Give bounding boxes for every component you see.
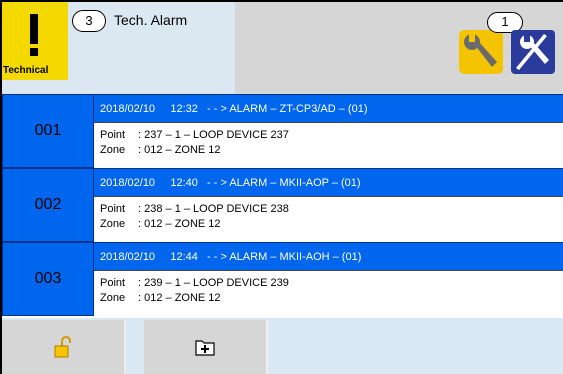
alarm-headline: 2018/02/10 12:44 - - > ALARM – MKII-AOH … bbox=[94, 242, 563, 270]
alarm-number: 002 bbox=[2, 168, 94, 242]
warning-icon bbox=[30, 14, 38, 56]
alarm-summary-panel[interactable]: Technical 3 Tech. Alarm bbox=[2, 2, 235, 94]
zone-label: Zone bbox=[100, 292, 126, 304]
technical-alarm-indicator[interactable]: Technical bbox=[2, 2, 68, 80]
alarm-title: Tech. Alarm bbox=[114, 12, 188, 28]
add-folder-button[interactable] bbox=[144, 320, 268, 374]
point-value: : 237 – 1 – LOOP DEVICE 237 bbox=[138, 129, 289, 141]
wrench-icon[interactable] bbox=[459, 30, 503, 74]
alarm-row[interactable]: 001 2018/02/10 12:32 - - > ALARM – ZT-CP… bbox=[2, 94, 563, 168]
alarm-details: Point : 239 – 1 – LOOP DEVICE 239 Zone : 0… bbox=[94, 270, 563, 316]
alarm-details: Point : 238 – 1 – LOOP DEVICE 238 Zone : 0… bbox=[94, 196, 563, 242]
header: Technical 3 Tech. Alarm 1 bbox=[2, 2, 563, 94]
footer-toolbar bbox=[2, 318, 563, 374]
zone-label: Zone bbox=[100, 218, 126, 230]
alarm-headline-text: 2018/02/10 12:32 - - > ALARM – ZT-CP3/AD… bbox=[100, 103, 368, 115]
point-label: Point bbox=[100, 277, 126, 289]
point-value: : 239 – 1 – LOOP DEVICE 239 bbox=[138, 277, 289, 289]
point-value: : 238 – 1 – LOOP DEVICE 238 bbox=[138, 203, 289, 215]
disable-tool-icon[interactable] bbox=[507, 30, 557, 74]
zone-label: Zone bbox=[100, 144, 126, 156]
alarm-row[interactable]: 002 2018/02/10 12:40 - - > ALARM – MKII-… bbox=[2, 168, 563, 242]
alarm-count-badge: 3 bbox=[72, 10, 106, 32]
alarm-headline: 2018/02/10 12:40 - - > ALARM – MKII-AOP … bbox=[94, 168, 563, 196]
unlock-icon bbox=[54, 336, 71, 358]
alarm-headline-text: 2018/02/10 12:40 - - > ALARM – MKII-AOP … bbox=[100, 177, 361, 189]
alarm-row[interactable]: 003 2018/02/10 12:44 - - > ALARM – MKII-… bbox=[2, 242, 563, 316]
point-label: Point bbox=[100, 203, 126, 215]
point-label: Point bbox=[100, 129, 126, 141]
alarm-details: Point : 237 – 1 – LOOP DEVICE 237 Zone : 0… bbox=[94, 122, 563, 168]
technical-label: Technical bbox=[3, 65, 49, 76]
alarm-list: 001 2018/02/10 12:32 - - > ALARM – ZT-CP… bbox=[2, 94, 563, 316]
unlock-button[interactable] bbox=[2, 320, 126, 374]
add-folder-icon bbox=[195, 340, 215, 356]
zone-value: : 012 – ZONE 12 bbox=[138, 218, 221, 230]
alarm-number: 003 bbox=[2, 242, 94, 316]
alarm-headline-text: 2018/02/10 12:44 - - > ALARM – MKII-AOH … bbox=[100, 251, 362, 263]
alarm-headline: 2018/02/10 12:32 - - > ALARM – ZT-CP3/AD… bbox=[94, 94, 563, 122]
alarm-number: 001 bbox=[2, 94, 94, 168]
tools-area: 1 bbox=[459, 12, 559, 74]
zone-value: : 012 – ZONE 12 bbox=[138, 292, 221, 304]
zone-value: : 012 – ZONE 12 bbox=[138, 144, 221, 156]
